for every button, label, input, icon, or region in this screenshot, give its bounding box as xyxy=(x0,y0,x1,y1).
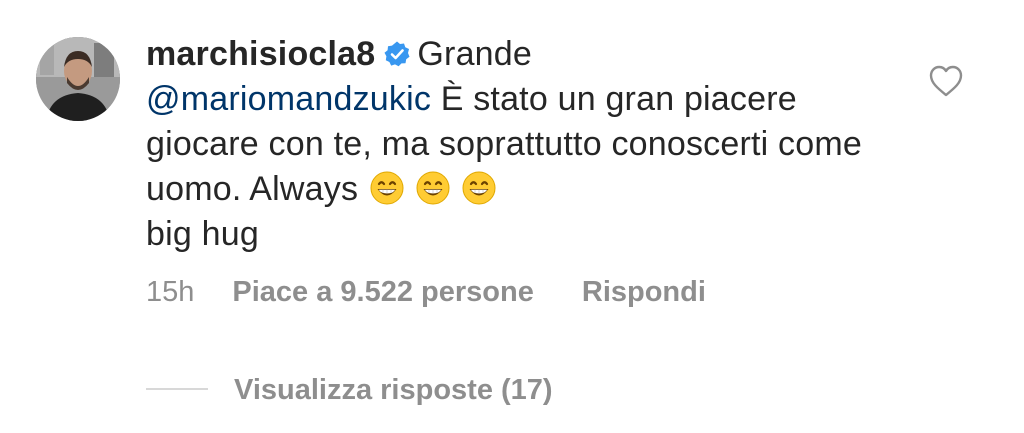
comment-username[interactable]: marchisiocla8 xyxy=(146,35,375,73)
grinning-face-emoji-icon xyxy=(370,171,404,205)
comment-text-end: big hug xyxy=(146,215,259,253)
grinning-face-emoji-icon xyxy=(416,171,450,205)
comment-meta: 15h Piace a 9.522 persone Rispondi xyxy=(146,274,706,310)
view-replies-label: Visualizza risposte (17) xyxy=(234,374,553,406)
verified-badge-icon xyxy=(383,35,411,67)
comment: marchisiocla8 Grande @mariomandzukic È s… xyxy=(0,0,1024,433)
reply-button[interactable]: Rispondi xyxy=(582,276,706,308)
grinning-face-emoji-icon xyxy=(462,171,496,205)
comment-text-start: Grande xyxy=(417,35,533,73)
comment-timestamp[interactable]: 15h xyxy=(146,276,194,308)
like-heart-icon[interactable] xyxy=(928,64,964,98)
avatar[interactable] xyxy=(36,37,120,121)
replies-divider-line xyxy=(146,388,208,390)
comment-text: marchisiocla8 Grande @mariomandzukic È s… xyxy=(146,32,866,257)
likes-count-link[interactable]: Piace a 9.522 persone xyxy=(232,276,533,308)
mention-link[interactable]: @mariomandzukic xyxy=(146,80,431,118)
view-replies-button[interactable]: Visualizza risposte (17) xyxy=(146,372,553,408)
avatar-photo xyxy=(36,37,120,121)
